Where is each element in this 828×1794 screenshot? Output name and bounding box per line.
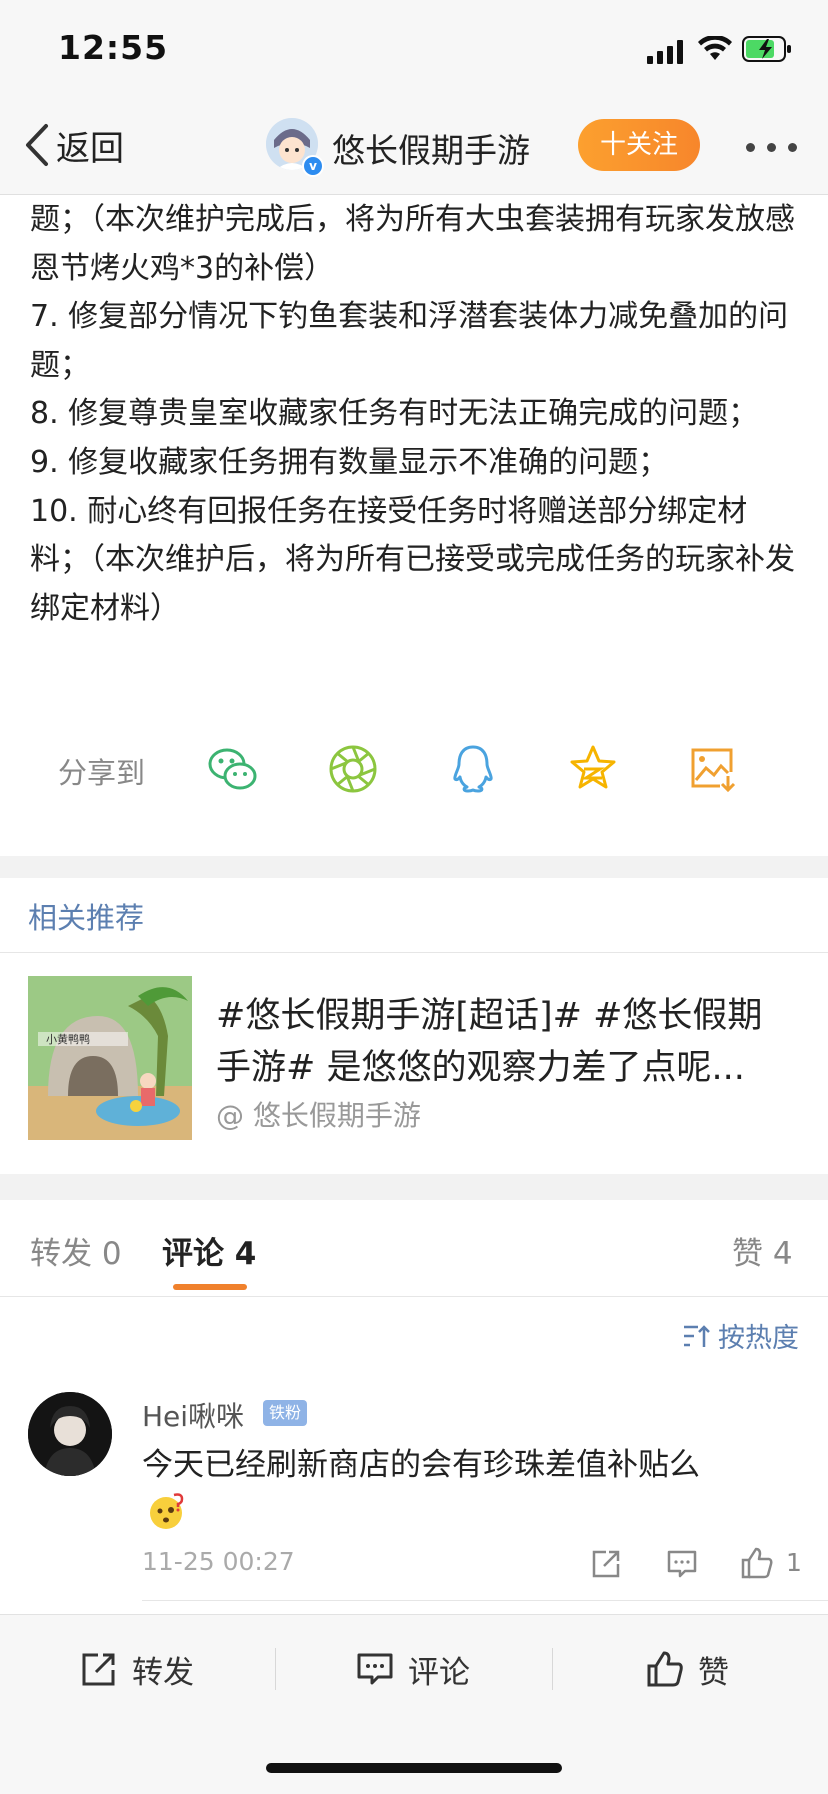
moments-icon[interactable] [326, 742, 380, 796]
comment-label: 评论 [408, 1654, 470, 1691]
follow-button[interactable]: 十关注 [578, 119, 700, 171]
tab-comment[interactable]: 评论 4 [162, 1228, 256, 1273]
commenter-avatar[interactable] [28, 1392, 112, 1476]
confused-emoji-icon [150, 1493, 184, 1529]
article-line: 10. 耐心终有回报任务在接受任务时将赠送部分绑定材料；（本次维护后，将为所有已… [30, 493, 795, 626]
comment-repost-icon[interactable] [590, 1548, 622, 1580]
section-gap [0, 856, 828, 878]
share-label: 分享到 [58, 756, 146, 790]
recommendation-thumbnail[interactable]: 小黄鸭鸭 [28, 976, 192, 1140]
sort-icon [684, 1324, 710, 1347]
comment-like-count: 1 [786, 1548, 802, 1577]
comment-text: 今天已经刷新商店的会有珍珠差值补贴么 [142, 1447, 700, 1483]
save-image-icon[interactable] [686, 742, 740, 796]
comment-like-icon[interactable] [740, 1546, 774, 1580]
like-button[interactable]: 赞 [646, 1644, 729, 1694]
sort-by-hot-button[interactable]: 按热度 [682, 1316, 799, 1355]
repost-button[interactable]: 转发 [80, 1644, 194, 1694]
recommendation-text[interactable]: #悠长假期手游[超话]# #悠长假期手游# 是悠悠的观察力差了点呢... [216, 990, 796, 1094]
divider [142, 1600, 828, 1601]
comment-icon [357, 1653, 393, 1685]
battery-icon [742, 36, 791, 62]
wechat-icon[interactable] [206, 742, 260, 796]
tab-like[interactable]: 赞 4 [732, 1228, 793, 1273]
repost-icon [82, 1653, 115, 1686]
article-line: 8. 修复尊贵皇室收藏家任务有时无法正确完成的问题； [30, 396, 759, 432]
article-line: 9. 修复收藏家任务拥有数量显示不准确的问题； [30, 444, 669, 480]
article-line: 7. 修复部分情况下钓鱼套装和浮潜套装体力减免叠加的问题； [30, 299, 789, 383]
qq-icon[interactable] [446, 742, 500, 796]
fan-badge: 铁粉 [263, 1400, 308, 1426]
account-name[interactable]: 悠长假期手游 [332, 124, 530, 172]
commenter-name[interactable]: Hei啾咪 [142, 1395, 244, 1435]
article-line: 题；（本次维护完成后，将为所有大虫套装拥有玩家发放感恩节烤火鸡*3的补偿） [30, 202, 795, 286]
qzone-icon[interactable] [566, 742, 620, 796]
tab-repost[interactable]: 转发 0 [30, 1228, 122, 1273]
active-tab-indicator [173, 1284, 247, 1290]
comment-button[interactable]: 评论 [356, 1644, 470, 1694]
status-time: 12:55 [58, 28, 169, 67]
article-body: 题；（本次维护完成后，将为所有大虫套装拥有玩家发放感恩节烤火鸡*3的补偿） 7.… [30, 196, 800, 633]
more-options-icon[interactable] [746, 143, 798, 153]
back-button[interactable]: 返回 [24, 120, 124, 170]
comment-reply-icon[interactable] [666, 1548, 698, 1580]
separator [552, 1648, 553, 1690]
chevron-left-icon [26, 124, 48, 166]
sort-label: 按热度 [718, 1323, 799, 1354]
section-gap [0, 1174, 828, 1200]
related-title: 相关推荐 [28, 901, 145, 935]
comment-time: 11-25 00:27 [142, 1547, 295, 1576]
separator [275, 1648, 276, 1690]
wifi-icon [698, 36, 732, 60]
divider [0, 1296, 828, 1297]
signal-icon [647, 38, 687, 64]
verified-badge-icon: v [302, 155, 324, 177]
divider [0, 952, 828, 953]
like-icon [647, 1651, 683, 1687]
home-indicator[interactable] [266, 1763, 562, 1773]
like-label: 赞 [698, 1654, 729, 1691]
back-label: 返回 [56, 128, 124, 169]
repost-label: 转发 [132, 1654, 194, 1691]
recommendation-author[interactable]: @ 悠长假期手游 [216, 1094, 421, 1134]
thumb-caption: 小黄鸭鸭 [46, 1032, 90, 1046]
